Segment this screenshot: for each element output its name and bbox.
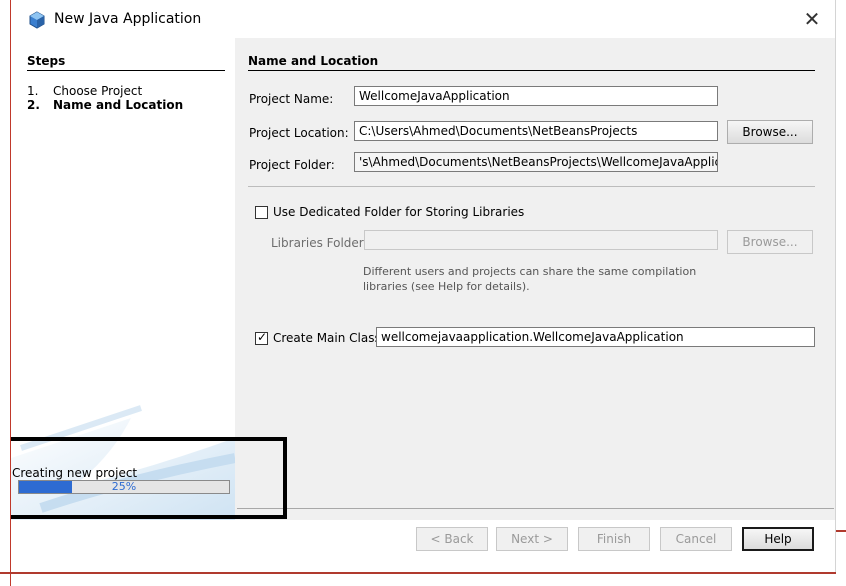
project-name-field[interactable]: WellcomeJavaApplication xyxy=(354,86,718,106)
project-location-field[interactable]: C:\Users\Ahmed\Documents\NetBeansProject… xyxy=(354,121,718,141)
libraries-folder-field[interactable] xyxy=(364,230,718,250)
project-name-label: Project Name: xyxy=(249,92,334,106)
dedicated-folder-label: Use Dedicated Folder for Storing Librari… xyxy=(273,205,525,219)
check-icon: ✓ xyxy=(257,330,268,344)
name-and-location-panel: Name and Location Project Name: Wellcome… xyxy=(235,38,835,520)
step-label: Choose Project xyxy=(53,84,143,98)
help-button[interactable]: Help xyxy=(742,527,814,551)
section-divider xyxy=(248,70,815,71)
window-edge-right xyxy=(836,530,846,532)
dedicated-folder-checkbox[interactable] xyxy=(255,206,268,219)
window-edge-bottom xyxy=(0,572,836,574)
project-folder-label: Project Folder: xyxy=(249,158,335,172)
step-choose-project: 1. Choose Project xyxy=(27,84,142,98)
steps-title: Steps xyxy=(27,54,66,68)
steps-divider xyxy=(27,70,225,71)
browse-location-button[interactable]: Browse... xyxy=(727,120,813,144)
create-main-class-checkbox[interactable]: ✓ xyxy=(255,330,268,345)
button-bar-divider xyxy=(237,508,834,509)
window-title: New Java Application xyxy=(54,11,202,27)
project-location-label: Project Location: xyxy=(249,126,349,140)
progress-label: Creating new project xyxy=(12,466,138,480)
separator xyxy=(248,186,815,187)
step-label: Name and Location xyxy=(53,98,184,112)
window-edge-left xyxy=(10,0,11,586)
create-main-class-label: Create Main Class xyxy=(273,331,381,345)
java-cube-icon xyxy=(29,11,45,29)
close-icon[interactable]: ✕ xyxy=(801,8,823,30)
finish-button[interactable]: Finish xyxy=(578,527,650,551)
main-class-field[interactable]: wellcomejavaapplication.WellcomeJavaAppl… xyxy=(376,327,815,347)
progress-bar: 25% xyxy=(18,480,230,494)
next-button[interactable]: Next > xyxy=(496,527,568,551)
title-bar: New Java Application ✕ xyxy=(0,0,835,38)
project-folder-field: 's\Ahmed\Documents\NetBeansProjects\Well… xyxy=(354,152,718,172)
libraries-hint: Different users and projects can share t… xyxy=(363,265,697,293)
browse-libraries-button[interactable]: Browse... xyxy=(727,230,813,254)
step-name-and-location: 2. Name and Location xyxy=(27,98,183,112)
libraries-folder-label: Libraries Folder: xyxy=(271,236,368,250)
progress-percent: 25% xyxy=(111,480,137,493)
section-title: Name and Location xyxy=(248,54,379,68)
step-number: 2. xyxy=(27,98,40,112)
step-number: 1. xyxy=(27,84,39,98)
cancel-button[interactable]: Cancel xyxy=(660,527,732,551)
back-button[interactable]: < Back xyxy=(416,527,488,551)
